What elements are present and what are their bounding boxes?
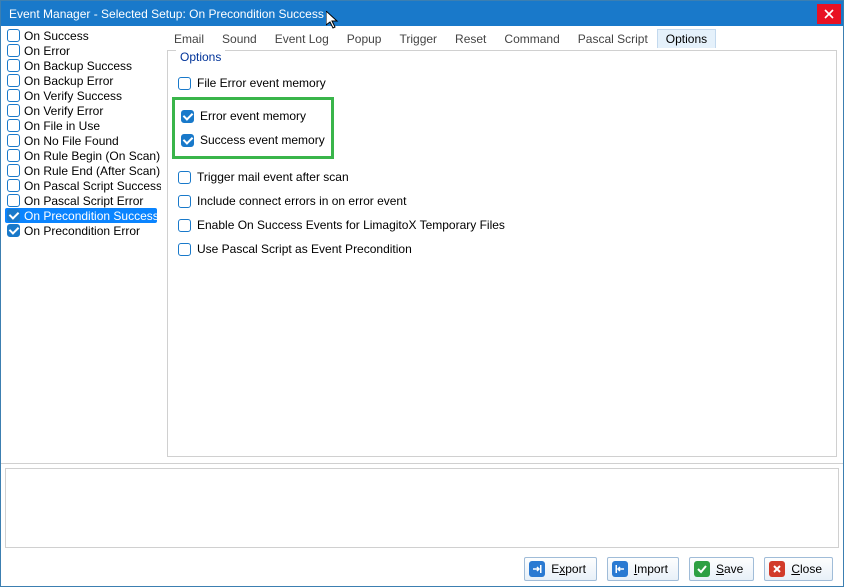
event-list-item[interactable]: On Pascal Script Success (5, 178, 157, 193)
close-btn-icon (769, 561, 785, 577)
option-label: Enable On Success Events for LimagitoX T… (197, 218, 505, 232)
event-checkbox[interactable] (7, 89, 20, 102)
option-label: Use Pascal Script as Event Precondition (197, 242, 412, 256)
event-checkbox[interactable] (7, 29, 20, 42)
event-label: On Rule Begin (On Scan) (24, 149, 160, 163)
tab-bar: EmailSoundEvent LogPopupTriggerResetComm… (161, 26, 843, 48)
event-list-item[interactable]: On Rule End (After Scan) (5, 163, 157, 178)
event-checkbox[interactable] (7, 194, 20, 207)
event-label: On Pascal Script Error (24, 194, 143, 208)
event-list-item[interactable]: On Verify Error (5, 103, 157, 118)
event-list-item[interactable]: On File in Use (5, 118, 157, 133)
event-list-item[interactable]: On Precondition Error (5, 223, 157, 238)
event-label: On Error (24, 44, 70, 58)
event-checkbox[interactable] (7, 134, 20, 147)
event-checkbox[interactable] (7, 104, 20, 117)
import-label: Import (634, 562, 668, 576)
option-checkbox[interactable] (178, 77, 191, 90)
event-checkbox[interactable] (7, 44, 20, 57)
window-title: Event Manager - Selected Setup: On Preco… (9, 7, 817, 21)
option-row: Success event memory (181, 128, 325, 152)
option-checkbox[interactable] (181, 110, 194, 123)
content-area: On SuccessOn ErrorOn Backup SuccessOn Ba… (1, 26, 843, 586)
fieldset-legend: Options (176, 50, 225, 64)
event-list[interactable]: On SuccessOn ErrorOn Backup SuccessOn Ba… (1, 26, 161, 463)
option-checkbox[interactable] (178, 171, 191, 184)
highlight-box: Error event memory Success event memory (172, 97, 334, 159)
event-checkbox[interactable] (7, 164, 20, 177)
event-list-item[interactable]: On No File Found (5, 133, 157, 148)
option-row: File Error event memory (178, 71, 826, 95)
export-button[interactable]: Export (524, 557, 597, 581)
option-label: Include connect errors in on error event (197, 194, 406, 208)
event-label: On Precondition Success (24, 209, 159, 223)
event-checkbox[interactable] (7, 209, 20, 222)
event-checkbox[interactable] (7, 149, 20, 162)
close-icon (824, 9, 834, 19)
save-button[interactable]: Save (689, 557, 754, 581)
button-bar: Export Import Save Close (1, 552, 843, 586)
window: Event Manager - Selected Setup: On Preco… (0, 0, 844, 587)
option-row: Include connect errors in on error event (178, 189, 826, 213)
import-button[interactable]: Import (607, 557, 679, 581)
event-label: On Precondition Error (24, 224, 140, 238)
option-label: Trigger mail event after scan (197, 170, 349, 184)
option-row: Trigger mail event after scan (178, 165, 826, 189)
export-label: Export (551, 562, 586, 576)
option-checkbox[interactable] (178, 195, 191, 208)
event-list-item[interactable]: On Error (5, 43, 157, 58)
option-checkbox[interactable] (178, 243, 191, 256)
event-list-item[interactable]: On Pascal Script Error (5, 193, 157, 208)
log-pane[interactable] (5, 468, 839, 548)
event-label: On Pascal Script Success (24, 179, 161, 193)
event-checkbox[interactable] (7, 74, 20, 87)
option-label: Success event memory (200, 133, 325, 147)
option-label: File Error event memory (197, 76, 326, 90)
event-list-item[interactable]: On Success (5, 28, 157, 43)
event-label: On Backup Error (24, 74, 113, 88)
tab-sound[interactable]: Sound (213, 29, 266, 48)
event-label: On Backup Success (24, 59, 132, 73)
tab-email[interactable]: Email (165, 29, 213, 48)
tab-command[interactable]: Command (495, 29, 568, 48)
tab-event-log[interactable]: Event Log (266, 29, 338, 48)
option-label: Error event memory (200, 109, 306, 123)
event-checkbox[interactable] (7, 119, 20, 132)
save-icon (694, 561, 710, 577)
options-fieldset: Options File Error event memory Error eve… (167, 50, 837, 457)
option-row: Error event memory (181, 104, 325, 128)
event-label: On File in Use (24, 119, 100, 133)
window-close-button[interactable] (817, 4, 841, 24)
event-list-item[interactable]: On Precondition Success (5, 208, 157, 223)
option-checkbox[interactable] (181, 134, 194, 147)
event-label: On Verify Success (24, 89, 122, 103)
save-label: Save (716, 562, 743, 576)
event-checkbox[interactable] (7, 224, 20, 237)
tab-options[interactable]: Options (657, 29, 716, 48)
event-label: On Rule End (After Scan) (24, 164, 160, 178)
event-list-item[interactable]: On Backup Success (5, 58, 157, 73)
event-list-item[interactable]: On Backup Error (5, 73, 157, 88)
tab-trigger[interactable]: Trigger (390, 29, 446, 48)
event-checkbox[interactable] (7, 179, 20, 192)
tab-reset[interactable]: Reset (446, 29, 495, 48)
export-icon (529, 561, 545, 577)
event-list-item[interactable]: On Verify Success (5, 88, 157, 103)
option-row: Use Pascal Script as Event Precondition (178, 237, 826, 261)
main-panel: EmailSoundEvent LogPopupTriggerResetComm… (161, 26, 843, 463)
tab-pascal-script[interactable]: Pascal Script (569, 29, 657, 48)
option-checkbox[interactable] (178, 219, 191, 232)
import-icon (612, 561, 628, 577)
close-button[interactable]: Close (764, 557, 833, 581)
tab-popup[interactable]: Popup (338, 29, 391, 48)
event-label: On No File Found (24, 134, 119, 148)
upper-pane: On SuccessOn ErrorOn Backup SuccessOn Ba… (1, 26, 843, 464)
titlebar: Event Manager - Selected Setup: On Preco… (1, 1, 843, 26)
event-label: On Verify Error (24, 104, 103, 118)
event-label: On Success (24, 29, 89, 43)
close-label: Close (791, 562, 822, 576)
option-row: Enable On Success Events for LimagitoX T… (178, 213, 826, 237)
event-checkbox[interactable] (7, 59, 20, 72)
event-list-item[interactable]: On Rule Begin (On Scan) (5, 148, 157, 163)
